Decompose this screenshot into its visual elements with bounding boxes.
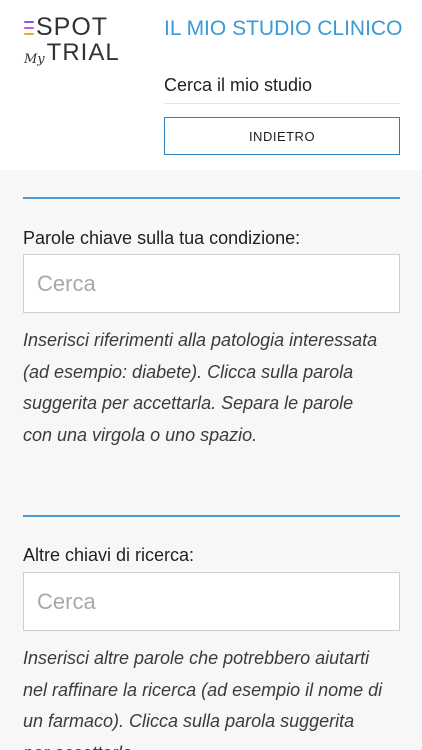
logo-my-text: My [24,52,45,67]
keywords-help-text: Inserisci riferimenti alla patologia int… [23,330,378,445]
other-keys-input[interactable] [37,588,399,615]
keywords-input[interactable] [37,270,399,297]
section-divider [23,197,400,199]
keywords-field[interactable] [23,254,400,313]
page-subtitle: Cerca il mio studio [164,72,400,104]
back-button[interactable]: INDIETRO [164,117,400,155]
header: SPOT My TRIAL IL MIO STUDIO CLINICO Cerc… [0,0,422,170]
other-keys-label: Altre chiavi di ricerca: [23,545,195,565]
other-keys-help-text: Inserisci altre parole che potrebbero ai… [23,648,383,750]
section-divider [23,515,400,517]
logo-trial-text: TRIAL [46,39,120,66]
logo-spot-text: SPOT [36,13,109,41]
logo-top-row: SPOT [24,14,108,40]
other-keys-field[interactable] [23,572,400,631]
logo-bars-icon [24,21,34,35]
spotmytrial-logo[interactable]: SPOT My TRIAL [24,14,124,74]
keywords-label: Parole chiave sulla tua condizione: [23,228,301,248]
logo-bottom-row: My TRIAL [24,39,120,68]
search-form: Parole chiave sulla tua condizione: Inse… [0,170,422,750]
page-title: IL MIO STUDIO CLINICO [164,17,403,40]
